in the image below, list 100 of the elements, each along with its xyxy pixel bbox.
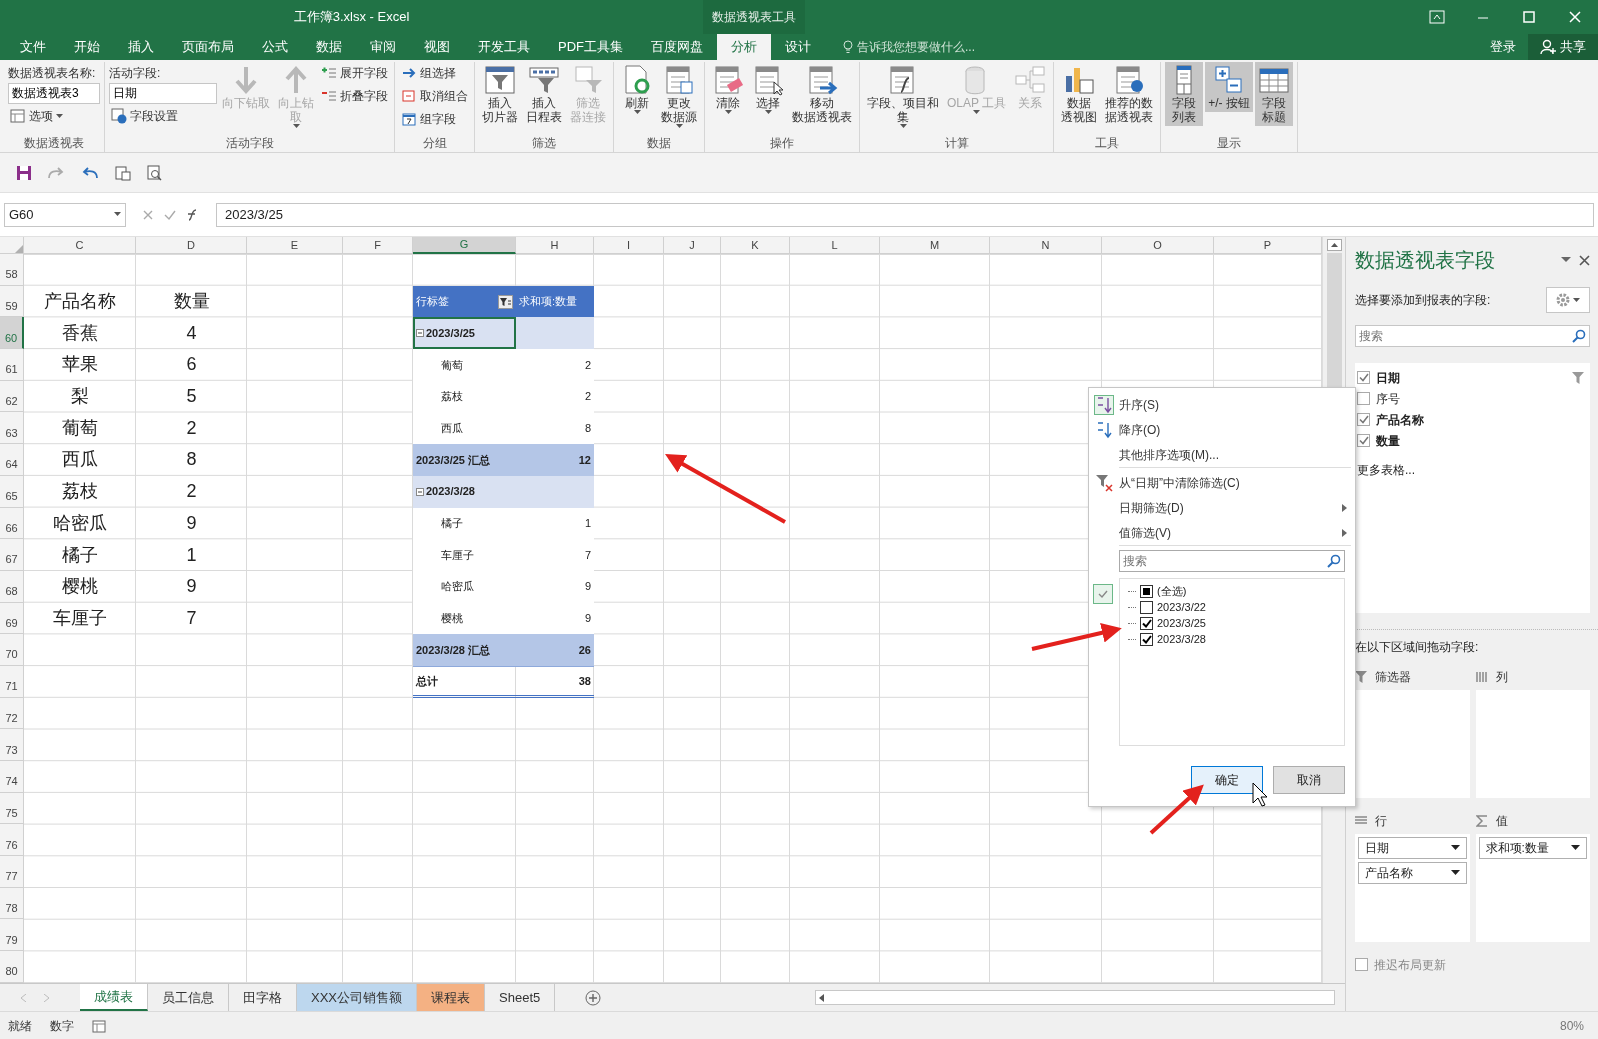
collapse-icon[interactable] xyxy=(416,487,424,496)
row-header[interactable]: 65 xyxy=(0,475,24,508)
ribbon-button[interactable]: 字段、项目和 集 xyxy=(864,62,942,131)
save-icon[interactable] xyxy=(16,164,32,181)
menu-tab[interactable]: PDF工具集 xyxy=(544,34,637,60)
menu-tab[interactable]: 文件 xyxy=(6,34,60,60)
field-chip[interactable]: 产品名称 xyxy=(1358,862,1467,884)
ribbon-button[interactable]: 选择 xyxy=(749,62,787,117)
checkbox[interactable] xyxy=(1357,434,1370,447)
column-header[interactable]: J xyxy=(664,237,721,254)
search-field[interactable]: 搜索 xyxy=(1355,325,1590,347)
search-icon[interactable] xyxy=(146,164,164,181)
column-header[interactable]: L xyxy=(790,237,880,254)
column-header[interactable]: K xyxy=(721,237,790,254)
ribbon-button[interactable]: 推荐的数 据透视表 xyxy=(1102,62,1157,126)
ribbon-button[interactable]: 清除 xyxy=(709,62,747,117)
row-header[interactable]: 79 xyxy=(0,919,24,952)
menu-tab[interactable]: 设计 xyxy=(771,34,825,60)
row-header[interactable]: 71 xyxy=(0,665,24,698)
menu-tab[interactable]: 审阅 xyxy=(356,34,410,60)
menu-tab[interactable]: 开发工具 xyxy=(464,34,544,60)
menu-tab[interactable]: 公式 xyxy=(248,34,302,60)
row-header[interactable]: 60 xyxy=(0,317,24,350)
checkbox[interactable] xyxy=(1140,584,1153,598)
row-header[interactable]: 63 xyxy=(0,412,24,445)
dropdown-icon[interactable] xyxy=(1561,257,1571,263)
ribbon-button[interactable]: 展开字段 xyxy=(319,62,390,84)
menu-tab[interactable]: 分析 xyxy=(717,34,771,60)
ribbon-button[interactable]: +/- 按钮 xyxy=(1205,62,1253,112)
sign-in-link[interactable]: 登录 xyxy=(1478,34,1528,60)
column-header[interactable]: M xyxy=(880,237,990,254)
row-header[interactable]: 80 xyxy=(0,951,24,983)
settings-button[interactable] xyxy=(1546,287,1590,313)
checkbox[interactable] xyxy=(1357,371,1370,384)
input-field[interactable]: 数据透视表3 xyxy=(8,83,100,104)
ribbon-button[interactable]: 插入 日程表 xyxy=(523,62,565,126)
ribbon-button[interactable]: 折叠字段 xyxy=(319,85,390,107)
ribbon-button[interactable]: 字段设置 xyxy=(109,105,217,127)
sheet-tab[interactable]: 成绩表 xyxy=(80,984,148,1011)
row-header[interactable]: 62 xyxy=(0,380,24,413)
add-sheet-icon[interactable] xyxy=(585,989,602,1006)
column-header[interactable]: I xyxy=(594,237,664,254)
share-button[interactable]: 共享 xyxy=(1528,34,1598,60)
row-header[interactable]: 58 xyxy=(0,254,24,286)
close-icon[interactable] xyxy=(1579,254,1590,266)
checkbox[interactable] xyxy=(1140,600,1153,614)
row-header[interactable]: 61 xyxy=(0,349,24,381)
field-chip[interactable]: 日期 xyxy=(1358,837,1467,859)
undo-icon[interactable] xyxy=(80,165,100,180)
formula-field[interactable]: 2023/3/25 xyxy=(216,202,1594,227)
checkbox[interactable] xyxy=(1355,958,1368,971)
sheet-tab[interactable]: XXX公司销售额 xyxy=(297,984,417,1011)
column-header[interactable]: O xyxy=(1102,237,1214,254)
row-header[interactable]: 59 xyxy=(0,285,24,318)
row-header[interactable]: 75 xyxy=(0,792,24,825)
column-header[interactable]: C xyxy=(24,237,136,254)
row-header[interactable]: 76 xyxy=(0,824,24,857)
cancel-icon[interactable] xyxy=(142,209,154,222)
row-header[interactable]: 78 xyxy=(0,887,24,920)
print-preview-icon[interactable] xyxy=(114,164,132,181)
ribbon-button[interactable]: 选项 xyxy=(8,105,100,127)
more-tables-link[interactable]: 更多表格... xyxy=(1357,461,1415,479)
row-header[interactable]: 72 xyxy=(0,697,24,730)
name-box[interactable]: G60 xyxy=(4,202,126,227)
row-header[interactable]: 67 xyxy=(0,539,24,571)
ribbon-button[interactable]: 字段 标题 xyxy=(1254,62,1293,126)
row-header[interactable]: 69 xyxy=(0,602,24,635)
column-header[interactable]: D xyxy=(136,237,247,254)
row-header[interactable]: 74 xyxy=(0,761,24,793)
checkbox[interactable] xyxy=(1140,632,1153,646)
menu-item[interactable]: 其他排序选项(M)... xyxy=(1089,442,1351,467)
ribbon-display-icon[interactable] xyxy=(1429,10,1445,24)
menu-item[interactable]: 日期筛选(D) xyxy=(1089,495,1351,520)
maximize-icon[interactable] xyxy=(1523,11,1535,23)
ribbon-button[interactable]: 移动 数据透视表 xyxy=(789,62,855,126)
column-header[interactable]: F xyxy=(343,237,413,254)
row-header[interactable]: 77 xyxy=(0,856,24,888)
ok-button[interactable]: 确定 xyxy=(1191,766,1263,794)
drop-area[interactable]: 求和项:数量 xyxy=(1475,834,1590,942)
filter-button-icon[interactable] xyxy=(498,294,513,309)
column-header[interactable]: H xyxy=(516,237,594,254)
enter-icon[interactable] xyxy=(164,209,176,222)
menu-item[interactable]: 从“日期”中清除筛选(C) xyxy=(1089,470,1351,495)
ribbon-button[interactable]: 刷新 xyxy=(618,62,656,117)
menu-tab[interactable]: 页面布局 xyxy=(168,34,248,60)
ribbon-button[interactable]: 数据 透视图 xyxy=(1058,62,1101,126)
row-header[interactable]: 68 xyxy=(0,570,24,603)
row-header[interactable]: 73 xyxy=(0,729,24,761)
search-field[interactable]: 搜索 xyxy=(1119,550,1345,572)
menu-item[interactable]: 降序(O) xyxy=(1089,417,1351,442)
ribbon-button[interactable]: 取消组合 xyxy=(399,85,470,107)
checkbox[interactable] xyxy=(1140,616,1153,630)
ribbon-button[interactable]: 组选择 xyxy=(399,62,470,84)
horizontal-scrollbar[interactable] xyxy=(815,990,1335,1005)
row-header[interactable]: 70 xyxy=(0,634,24,666)
column-header[interactable]: E xyxy=(247,237,343,254)
field-chip[interactable]: 求和项:数量 xyxy=(1478,837,1587,859)
checkbox[interactable] xyxy=(1357,413,1370,426)
ribbon-button[interactable]: 组字段 xyxy=(399,108,470,130)
column-header[interactable]: G xyxy=(413,237,516,254)
